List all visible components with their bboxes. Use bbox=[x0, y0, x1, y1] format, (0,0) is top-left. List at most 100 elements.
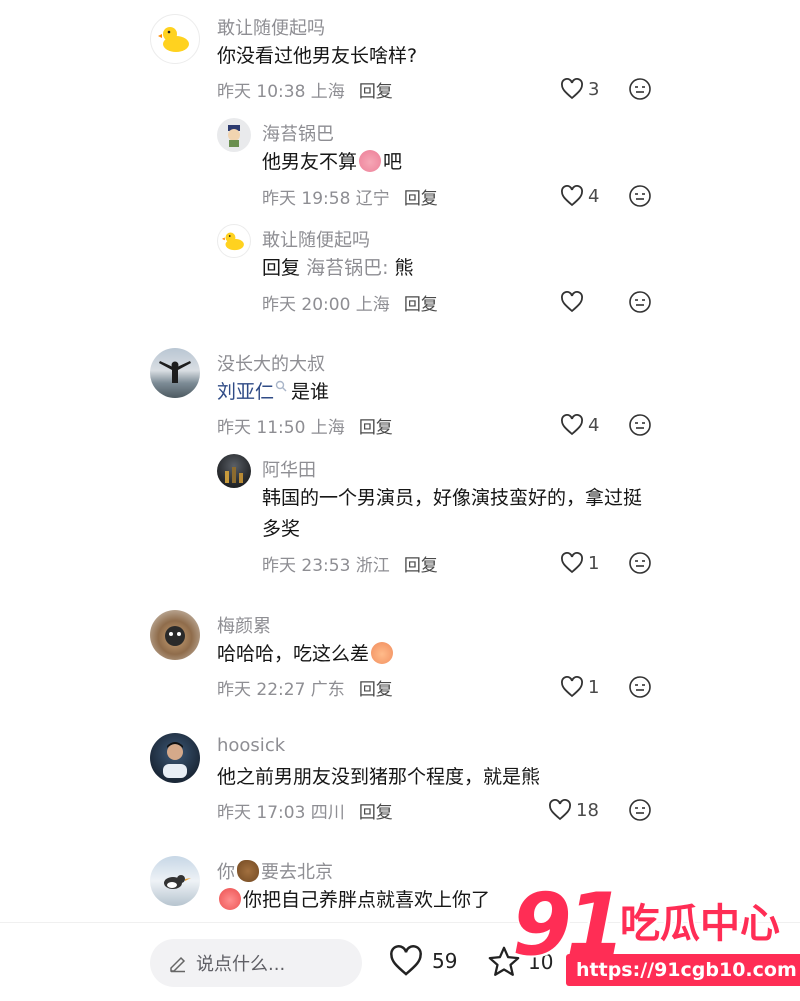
username[interactable]: 你 要去北京 bbox=[217, 858, 333, 884]
username[interactable]: 敢让随便起吗 bbox=[262, 226, 370, 252]
username[interactable]: 阿华田 bbox=[262, 456, 316, 482]
like-button[interactable]: 1 bbox=[560, 552, 599, 574]
username[interactable]: 海苔锅巴 bbox=[262, 120, 334, 146]
more-options-icon[interactable] bbox=[628, 413, 652, 437]
comment-input-placeholder: 说点什么... bbox=[196, 954, 286, 975]
city-lights-icon bbox=[225, 467, 243, 483]
reply-button[interactable]: 回复 bbox=[404, 295, 438, 315]
comment-time-location: 昨天 19:58 辽宁 bbox=[262, 189, 390, 209]
bird-icon bbox=[164, 875, 191, 889]
user-avatar[interactable] bbox=[217, 224, 251, 258]
pet-avatar-icon bbox=[165, 626, 185, 646]
comment-text-part: 熊 bbox=[394, 257, 414, 279]
blush-emoji-icon bbox=[371, 642, 394, 664]
heart-icon bbox=[561, 414, 583, 436]
more-options-icon[interactable] bbox=[628, 184, 652, 208]
comment-meta: 昨天 11:50 上海 回复 bbox=[217, 413, 393, 438]
like-button[interactable]: 4 bbox=[560, 185, 599, 207]
site-watermark: 91 吃瓜中心 https://91cgb10.com bbox=[512, 880, 800, 990]
watermark-url: https://91cgb10.com bbox=[566, 954, 800, 986]
duck-icon bbox=[158, 27, 189, 52]
person-silhouette-icon bbox=[159, 361, 191, 383]
like-button[interactable] bbox=[560, 291, 588, 313]
comment-text-part: 他男友不算 bbox=[262, 151, 358, 173]
user-avatar[interactable] bbox=[150, 610, 200, 660]
comment-text: 你没看过他男友长啥样? bbox=[217, 45, 418, 67]
comment-text-part: 哈哈哈，吃这么差 bbox=[217, 643, 370, 665]
like-button[interactable]: 18 bbox=[548, 799, 599, 821]
more-options-icon[interactable] bbox=[628, 675, 652, 699]
user-avatar[interactable] bbox=[217, 118, 251, 152]
comment-input[interactable]: 说点什么... bbox=[150, 939, 362, 987]
comment-meta: 昨天 20:00 上海 回复 bbox=[262, 290, 438, 315]
comment-meta: 昨天 23:53 浙江 回复 bbox=[262, 551, 438, 576]
username-part: 要去北京 bbox=[261, 862, 333, 883]
reply-prefix: 回复 bbox=[262, 257, 301, 279]
reply-button[interactable]: 回复 bbox=[404, 189, 438, 209]
cartoon-avatar-icon bbox=[228, 125, 240, 147]
more-options-icon[interactable] bbox=[628, 290, 652, 314]
comment-text: 你把自己养胖点就喜欢上你了 bbox=[217, 884, 490, 916]
like-count: 1 bbox=[588, 552, 600, 574]
horse-emoji-icon bbox=[237, 860, 259, 882]
comment-text: 他之前男朋友没到猪那个程度，就是熊 bbox=[217, 766, 541, 788]
duck-icon bbox=[222, 232, 244, 251]
user-avatar[interactable] bbox=[150, 348, 200, 398]
comment-text-line: 多奖 bbox=[262, 518, 301, 540]
user-avatar[interactable] bbox=[150, 14, 200, 64]
comment-time-location: 昨天 10:38 上海 bbox=[217, 82, 345, 102]
comment-meta: 昨天 10:38 上海 回复 bbox=[217, 77, 393, 102]
user-avatar[interactable] bbox=[150, 733, 200, 783]
heart-icon bbox=[561, 291, 583, 313]
heart-icon bbox=[561, 78, 583, 100]
username[interactable]: 梅颜累 bbox=[217, 612, 271, 638]
like-button[interactable]: 4 bbox=[560, 414, 599, 436]
shout-emoji-icon bbox=[219, 888, 241, 910]
mention-link[interactable]: 刘亚仁 bbox=[217, 381, 274, 403]
more-options-icon[interactable] bbox=[628, 551, 652, 575]
username[interactable]: 没长大的大叔 bbox=[217, 350, 325, 376]
like-count: 4 bbox=[588, 185, 600, 207]
post-like-button[interactable]: 59 bbox=[388, 945, 457, 977]
watermark-title: 吃瓜中心 bbox=[620, 901, 780, 947]
like-count: 3 bbox=[588, 78, 600, 100]
heart-icon bbox=[561, 676, 583, 698]
reply-button[interactable]: 回复 bbox=[359, 82, 393, 102]
heart-icon bbox=[390, 945, 422, 976]
username[interactable]: hoosick bbox=[217, 735, 285, 756]
username[interactable]: 敢让随便起吗 bbox=[217, 14, 325, 40]
user-avatar[interactable] bbox=[150, 856, 200, 906]
comment-text: 哈哈哈，吃这么差 bbox=[217, 638, 395, 670]
comment-text: 刘亚仁 是谁 bbox=[217, 376, 329, 408]
pencil-icon bbox=[170, 956, 186, 973]
person-photo-icon bbox=[163, 742, 187, 778]
like-count: 4 bbox=[588, 414, 600, 436]
like-button[interactable]: 3 bbox=[560, 78, 599, 100]
heart-icon bbox=[549, 799, 571, 821]
reply-button[interactable]: 回复 bbox=[359, 803, 393, 823]
reply-button[interactable]: 回复 bbox=[404, 556, 438, 576]
comment-meta: 昨天 17:03 四川 回复 bbox=[217, 798, 393, 823]
reply-button[interactable]: 回复 bbox=[359, 680, 393, 700]
comment-text-part: 你把自己养胖点就喜欢上你了 bbox=[243, 889, 491, 911]
heart-icon bbox=[561, 185, 583, 207]
search-icon bbox=[275, 380, 287, 392]
comment-meta: 昨天 19:58 辽宁 回复 bbox=[262, 184, 438, 209]
like-count: 18 bbox=[576, 799, 599, 821]
comment-time-location: 昨天 23:53 浙江 bbox=[262, 556, 390, 576]
user-avatar[interactable] bbox=[217, 454, 251, 488]
post-like-count: 59 bbox=[432, 949, 458, 973]
like-button[interactable]: 1 bbox=[560, 676, 599, 698]
more-options-icon[interactable] bbox=[628, 798, 652, 822]
comment-time-location: 昨天 22:27 广东 bbox=[217, 680, 345, 700]
username-part: 你 bbox=[217, 862, 235, 883]
comment-meta: 昨天 22:27 广东 回复 bbox=[217, 675, 393, 700]
comment-time-location: 昨天 20:00 上海 bbox=[262, 295, 390, 315]
reply-to-username[interactable]: 海苔锅巴: bbox=[306, 257, 388, 279]
reply-button[interactable]: 回复 bbox=[359, 418, 393, 438]
comment-text-part: 是谁 bbox=[291, 381, 330, 403]
pig-emoji-icon bbox=[359, 150, 382, 172]
more-options-icon[interactable] bbox=[628, 77, 652, 101]
comment-text: 他男友不算 吧 bbox=[262, 146, 402, 178]
comment-time-location: 昨天 17:03 四川 bbox=[217, 803, 345, 823]
